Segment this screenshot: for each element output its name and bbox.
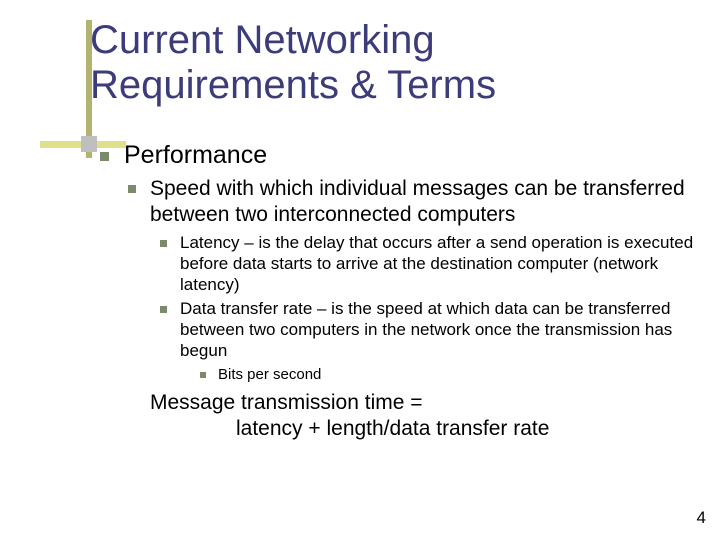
bullet-speed-text: Speed with which individual messages can…	[150, 177, 685, 226]
bullet-latency: Latency – is the delay that occurs after…	[160, 233, 696, 295]
bullet-performance: Performance	[100, 140, 696, 170]
bullet-bps: Bits per second	[200, 366, 696, 384]
slide-title: Current Networking Requirements & Terms	[90, 18, 690, 108]
bullet-transmission-equation: Message transmission time = latency + le…	[128, 390, 696, 443]
bullet-latency-text: Latency – is the delay that occurs after…	[180, 233, 693, 293]
bullet-performance-text: Performance	[124, 141, 267, 169]
bullet-transfer-rate-text: Data transfer rate – is the speed at whi…	[180, 299, 672, 359]
bullet-speed: Speed with which individual messages can…	[128, 176, 696, 227]
equation-line2: latency + length/data transfer rate	[150, 416, 696, 442]
slide: Current Networking Requirements & Terms …	[0, 0, 720, 540]
bullet-transfer-rate: Data transfer rate – is the speed at whi…	[160, 299, 696, 361]
bullet-bps-text: Bits per second	[218, 366, 321, 383]
page-number: 4	[697, 508, 706, 528]
equation-line1: Message transmission time =	[150, 391, 423, 414]
slide-body: Performance Speed with which individual …	[100, 140, 696, 442]
title-block: Current Networking Requirements & Terms	[90, 18, 690, 108]
